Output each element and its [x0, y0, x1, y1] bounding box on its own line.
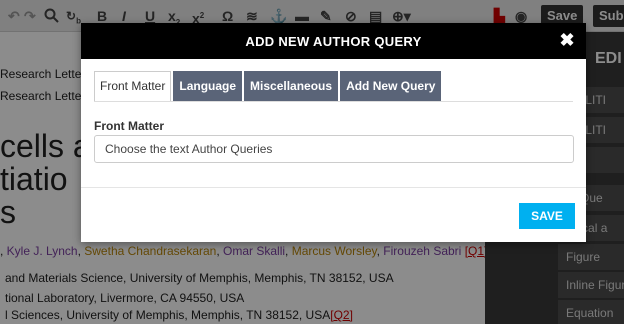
- tab-language[interactable]: Language: [173, 71, 243, 101]
- query-tabs: Front Matter Language Miscellaneous Add …: [94, 71, 443, 102]
- dialog-footer-divider: [81, 187, 586, 188]
- tab-add-new-query[interactable]: Add New Query: [340, 71, 442, 101]
- dialog-title: ADD NEW AUTHOR QUERY: [245, 33, 422, 49]
- author-query-select[interactable]: [94, 135, 574, 163]
- save-button[interactable]: SAVE: [519, 203, 575, 229]
- tab-miscellaneous[interactable]: Miscellaneous: [244, 71, 339, 101]
- tab-front-matter[interactable]: Front Matter: [94, 71, 172, 102]
- close-icon[interactable]: ✖: [558, 31, 576, 49]
- tab-divider: [94, 101, 573, 102]
- dialog-header: ADD NEW AUTHOR QUERY ✖: [81, 23, 586, 59]
- add-author-query-dialog: ADD NEW AUTHOR QUERY ✖ Front Matter Lang…: [81, 23, 586, 242]
- front-matter-label: Front Matter: [94, 119, 164, 133]
